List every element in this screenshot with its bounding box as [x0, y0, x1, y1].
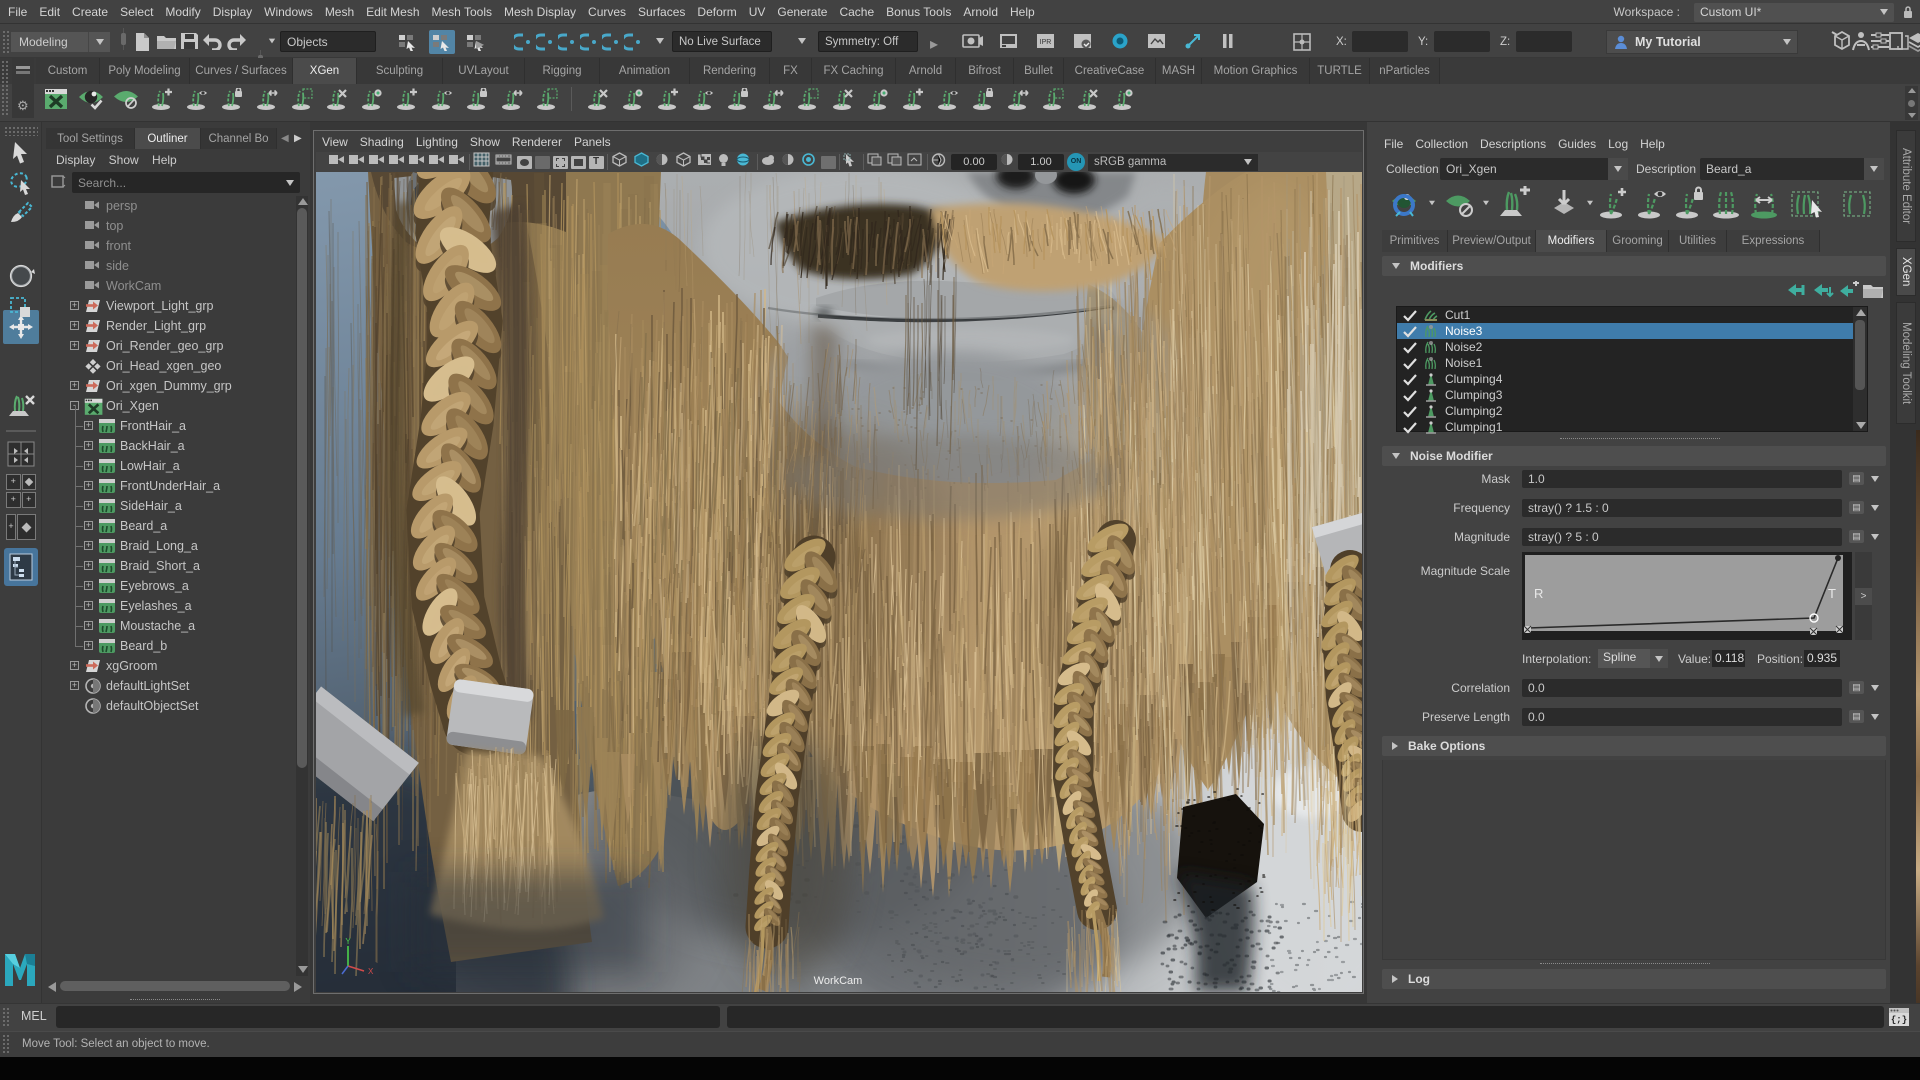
- svg-text:{;}: {;}: [1891, 1015, 1907, 1025]
- svg-text:R: R: [1534, 586, 1543, 601]
- svg-text:Y: Y: [345, 937, 351, 946]
- svg-text:X: X: [368, 967, 374, 976]
- svg-text:IPR: IPR: [1040, 39, 1052, 46]
- svg-text:T: T: [1828, 586, 1836, 601]
- svg-text:WorkCam: WorkCam: [814, 975, 863, 987]
